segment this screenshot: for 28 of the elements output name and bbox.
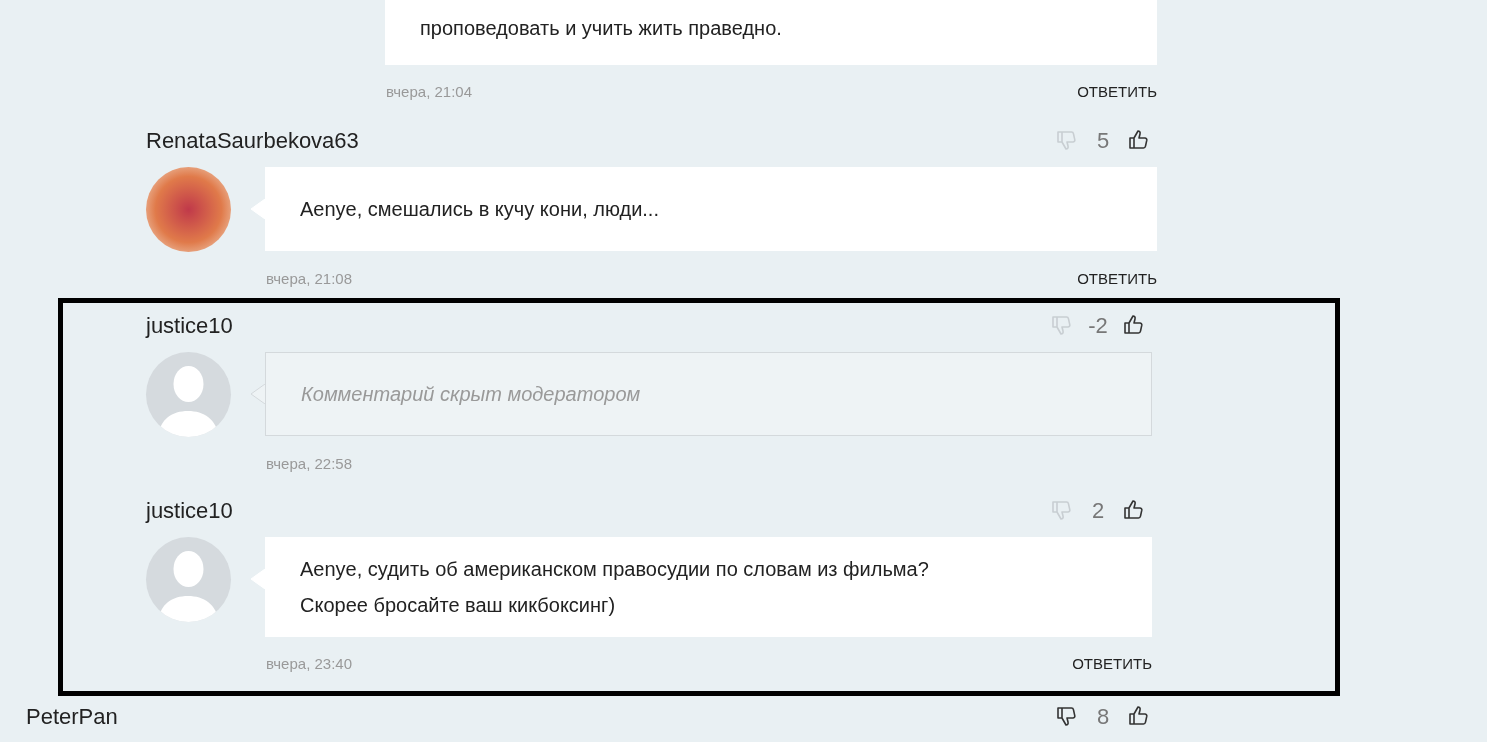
- thumbs-down-icon[interactable]: [1055, 704, 1079, 728]
- thumbs-up-icon[interactable]: [1122, 498, 1146, 522]
- comment-text: Скорее бросайте ваш кикбоксинг): [300, 593, 617, 618]
- reply-link[interactable]: ОТВЕТИТЬ: [1077, 80, 1157, 104]
- comment-text: проповедовать и учить жить праведно.: [420, 16, 782, 41]
- thumbs-down-icon[interactable]: [1050, 313, 1074, 337]
- thumbs-up-icon[interactable]: [1127, 704, 1151, 728]
- reply-link[interactable]: ОТВЕТИТЬ: [1077, 267, 1157, 291]
- reply-link[interactable]: ОТВЕТИТЬ: [1072, 652, 1152, 676]
- thumbs-down-icon[interactable]: [1050, 498, 1074, 522]
- vote-count: 8: [1095, 702, 1111, 731]
- comment-date: вчера, 21:08: [266, 268, 352, 289]
- comment-date: вчера, 21:04: [386, 81, 472, 102]
- username[interactable]: justice10: [146, 493, 233, 527]
- vote-count: 5: [1095, 126, 1111, 155]
- thumbs-down-icon[interactable]: [1055, 128, 1079, 152]
- hidden-notice: Комментарий скрыт модератором: [301, 382, 642, 407]
- thumbs-up-icon[interactable]: [1127, 128, 1151, 152]
- username[interactable]: RenataSaurbekova63: [146, 123, 359, 157]
- comment-date: вчера, 23:40: [266, 653, 352, 674]
- comment-text: Aenye, смешались в кучу кони, люди...: [300, 197, 660, 222]
- comment-text: Aenye, судить об американском правосудии по словам из фильма?: [300, 557, 930, 582]
- username[interactable]: justice10: [146, 308, 233, 342]
- comment-date: вчера, 22:58: [266, 453, 352, 474]
- thumbs-up-icon[interactable]: [1122, 313, 1146, 337]
- username[interactable]: PeterPan: [26, 699, 118, 733]
- vote-count: 2: [1090, 496, 1106, 525]
- vote-count: -2: [1088, 311, 1108, 340]
